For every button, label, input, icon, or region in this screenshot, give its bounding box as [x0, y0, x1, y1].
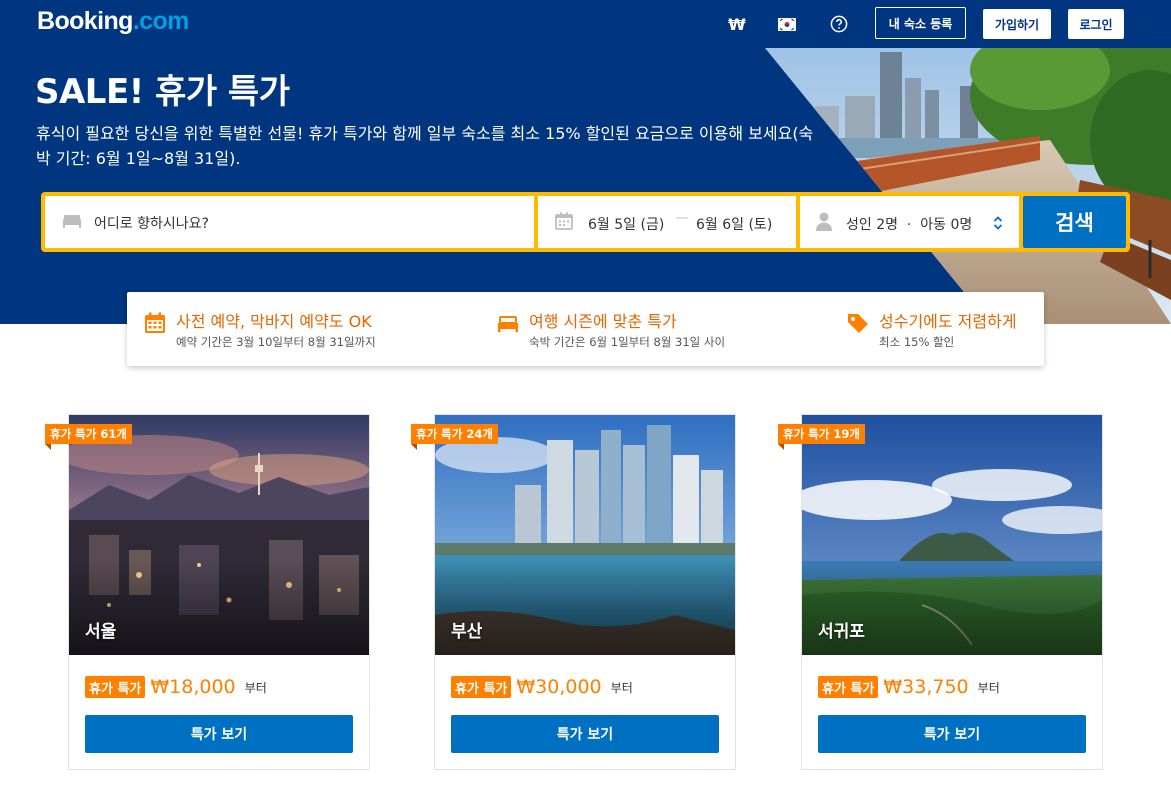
destination-field[interactable]: 어디로 향하시나요?	[45, 196, 534, 248]
price-row: 휴가 특가 ₩30,000 부터	[451, 674, 633, 700]
destination-input[interactable]: 어디로 향하시나요?	[94, 213, 209, 233]
search-bar: 어디로 향하시나요? 6월 5일 (금) — 6월 6일 (토) 성인 2명 ·…	[41, 192, 1130, 252]
bed-icon	[498, 316, 518, 332]
guests-summary: 성인 2명 · 아동 0명	[846, 217, 973, 233]
city-name: 서울	[85, 622, 117, 642]
price-suffix: 부터	[977, 680, 1000, 695]
price: ₩30,000	[516, 676, 602, 698]
calendar-icon	[554, 211, 574, 231]
booking-logo[interactable]: Booking.com	[37, 7, 189, 36]
feature-title: 여행 시즌에 맞춘 특가	[529, 312, 677, 331]
person-icon	[814, 210, 834, 232]
hero-title: SALE! 휴가 특가	[35, 72, 290, 112]
top-navigation: Booking.com ₩ 내 숙소 등록 가입하기 로그인	[0, 0, 1171, 48]
currency-selector[interactable]: ₩	[726, 10, 748, 38]
guests-field[interactable]: 성인 2명 · 아동 0명	[800, 196, 1019, 248]
search-button[interactable]: 검색	[1023, 196, 1126, 248]
feature-description: 최소 15% 할인	[879, 335, 955, 349]
view-deals-button[interactable]: 특가 보기	[451, 715, 719, 753]
feature-title: 성수기에도 저렴하게	[879, 312, 1017, 331]
login-button[interactable]: 로그인	[1068, 9, 1124, 39]
deal-count-ribbon: 휴가 특가 19개	[778, 424, 865, 450]
date-separator: —	[675, 210, 689, 226]
language-selector[interactable]	[775, 10, 799, 38]
list-property-button[interactable]: 내 숙소 등록	[875, 7, 966, 39]
checkout-date[interactable]: 6월 6일 (토)	[696, 214, 772, 234]
promo-features: 사전 예약, 막바지 예약도 OK 예약 기간은 3월 10일부터 8월 31일…	[127, 292, 1044, 366]
deal-card-seogwipo[interactable]: 서귀포 휴가 특가 19개 휴가 특가 ₩33,750 부터 특가 보기	[778, 414, 1103, 770]
price: ₩33,750	[883, 676, 969, 698]
feature-description: 숙박 기간은 6월 1일부터 8월 31일 사이	[529, 335, 726, 349]
feature-description: 예약 기간은 3월 10일부터 8월 31일까지	[176, 335, 376, 349]
price-suffix: 부터	[610, 680, 633, 695]
city-photo[interactable]: 서울	[69, 415, 369, 655]
signup-button[interactable]: 가입하기	[983, 9, 1051, 39]
calendar-icon	[145, 312, 165, 333]
view-deals-button[interactable]: 특가 보기	[818, 715, 1086, 753]
deal-badge: 휴가 특가	[85, 676, 146, 698]
bed-icon	[61, 210, 83, 230]
question-circle-icon	[830, 15, 848, 33]
korea-flag-icon	[778, 17, 796, 31]
date-range-field[interactable]: 6월 5일 (금) — 6월 6일 (토)	[538, 196, 796, 248]
price-row: 휴가 특가 ₩18,000 부터	[85, 674, 267, 700]
price-row: 휴가 특가 ₩33,750 부터	[818, 674, 1000, 700]
deal-card-busan[interactable]: 부산 휴가 특가 24개 휴가 특가 ₩30,000 부터 특가 보기	[411, 414, 736, 770]
deal-badge: 휴가 특가	[451, 676, 512, 698]
city-name: 서귀포	[818, 622, 865, 642]
deal-card-seoul[interactable]: 서울 휴가 특가 61개 휴가 특가 ₩18,000 부터 특가 보기	[45, 414, 370, 770]
deal-badge: 휴가 특가	[818, 676, 879, 698]
tag-icon	[848, 314, 868, 333]
deal-count-ribbon: 휴가 특가 24개	[411, 424, 498, 450]
checkin-date[interactable]: 6월 5일 (금)	[588, 214, 664, 234]
deal-count-ribbon: 휴가 특가 61개	[45, 424, 132, 450]
hero-banner: Booking.com ₩ 내 숙소 등록 가입하기 로그인 SALE! 휴가 …	[0, 0, 1171, 324]
view-deals-button[interactable]: 특가 보기	[85, 715, 353, 753]
price: ₩18,000	[150, 676, 236, 698]
city-photo[interactable]: 부산	[435, 415, 735, 655]
feature-title: 사전 예약, 막바지 예약도 OK	[176, 312, 372, 331]
chevron-updown-icon	[992, 215, 1004, 235]
price-suffix: 부터	[244, 680, 267, 695]
hero-subtitle: 휴식이 필요한 당신을 위한 특별한 선물! 휴가 특가와 함께 일부 숙소를 …	[36, 124, 814, 168]
help-button[interactable]	[827, 10, 851, 38]
city-photo[interactable]: 서귀포	[802, 415, 1102, 655]
city-name: 부산	[451, 622, 483, 642]
